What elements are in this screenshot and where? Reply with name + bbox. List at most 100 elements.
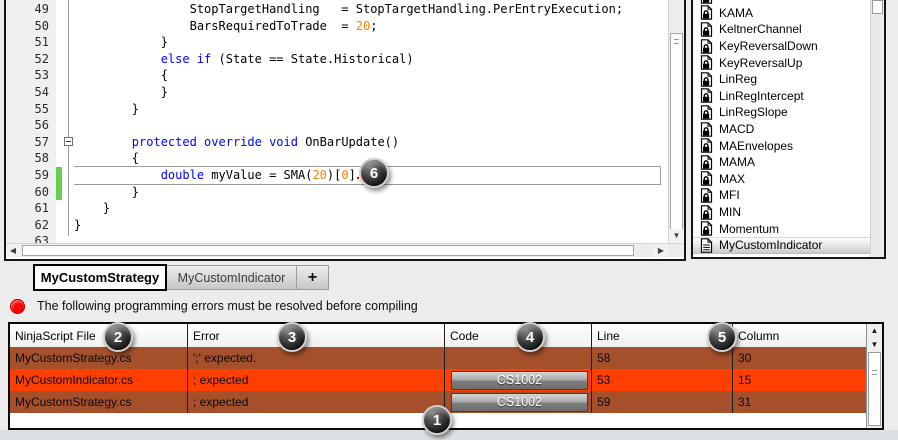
line-number: 61 [34, 201, 49, 216]
table-scroll-up-arrow-icon[interactable]: ▲ [867, 324, 882, 338]
column-header-ninjascript-file[interactable]: NinjaScript File [10, 324, 188, 347]
tab-mycustomstrategy[interactable]: MyCustomStrategy [33, 264, 167, 291]
list-item-linregslope[interactable]: LinRegSlope [693, 104, 870, 121]
editor-vscroll-thumb[interactable] [670, 33, 683, 233]
code-segment: ] [348, 167, 356, 182]
scroll-left-arrow-icon[interactable]: ◀ [6, 244, 20, 257]
list-item-mama[interactable]: MAMA [693, 154, 870, 171]
error-code-button[interactable]: CS1002 [451, 370, 588, 390]
cell-line: 59 [592, 391, 733, 413]
doc-lock-icon [700, 71, 713, 87]
editor-hscroll-track[interactable] [20, 244, 654, 257]
code-segment: myValue = SMA( [204, 167, 313, 182]
list-item-mycustomindicator[interactable]: MyCustomIndicator [693, 236, 870, 254]
tab-bar: MyCustomStrategy MyCustomIndicator + [0, 264, 898, 292]
list-item-label: KeyReversalDown [719, 39, 818, 54]
table-scroll-down-arrow-icon[interactable]: ▼ [867, 338, 882, 352]
code-line: } [74, 101, 668, 118]
doc-lock-icon [700, 154, 713, 170]
cell-error: ; expected [188, 391, 445, 413]
code-segment: { [74, 68, 168, 83]
line-number: 58 [34, 151, 49, 166]
column-header-column[interactable]: Column [733, 324, 866, 347]
cell-file: MyCustomStrategy.cs [10, 347, 188, 369]
sidebar-scroll-thumb[interactable] [872, 0, 883, 14]
cell-line: 58 [592, 347, 733, 369]
callout-badge-3: 3 [277, 322, 307, 352]
cell-file: MyCustomStrategy.cs [10, 391, 188, 413]
list-item-maenvelopes[interactable]: MAEnvelopes [693, 137, 870, 154]
editor-hscroll-thumb[interactable] [22, 245, 634, 256]
table-row[interactable]: MyCustomStrategy.cs ';' expected. 58 30 [10, 347, 866, 369]
doc-lock-icon [700, 221, 713, 236]
list-item-kama[interactable]: KAMA [693, 5, 870, 22]
table-scrollbar[interactable]: ▲ ▼ [866, 324, 882, 428]
list-item-min[interactable]: MIN [693, 204, 870, 221]
code-segment: 0 [341, 167, 349, 182]
list-item-linreg[interactable]: LinReg [693, 71, 870, 88]
editor-vertical-scrollbar[interactable]: ▼ [668, 0, 684, 243]
indicator-list[interactable]: KAMA KeltnerChannel KeyReversalDown KeyReve… [693, 0, 870, 257]
list-item-label: MIN [719, 205, 741, 220]
code-segment: double [160, 167, 205, 182]
cell-error: ; expected [188, 369, 445, 391]
table-scroll-thumb[interactable] [868, 352, 881, 426]
doc-lock-icon [700, 138, 713, 153]
callout-badge-1: 1 [422, 405, 452, 435]
list-item-keyreversalup[interactable]: KeyReversalUp [693, 54, 870, 71]
list-item-linregintercept[interactable]: LinRegIntercept [693, 88, 870, 105]
error-banner-text: The following programming errors must be… [37, 299, 418, 313]
scroll-down-arrow-icon[interactable]: ▼ [669, 229, 684, 243]
tab-mycustomindicator[interactable]: MyCustomIndicator [167, 265, 297, 290]
code-line: BarsRequiredToTrade = 20; [74, 18, 668, 35]
callout-badge-2: 2 [103, 322, 133, 352]
code-segment: } [74, 217, 82, 232]
code-line: } [74, 34, 668, 51]
code-editor-panel: 49 50 51 52 53 54 55 56 57 58 59 60 61 62 63 StopTarge… [4, 0, 686, 261]
list-item-keyreversaldown[interactable]: KeyReversalDown [693, 38, 870, 55]
line-number: 57 [34, 134, 49, 149]
scroll-right-arrow-icon[interactable]: ▶ [654, 244, 668, 257]
doc-lock-icon [700, 105, 713, 120]
code-segment: else if [160, 51, 212, 66]
line-number-gutter: 49 50 51 52 53 54 55 56 57 58 59 60 61 62 63 [14, 0, 56, 243]
list-item-label: LinReg [719, 72, 758, 87]
list-item-mfi[interactable]: MFI [693, 187, 870, 204]
sidebar-scrollbar[interactable] [870, 0, 884, 257]
code-area[interactable]: StopTargetHandling = StopTargetHandling.… [74, 0, 668, 243]
doc-lock-icon [700, 121, 713, 137]
scroll-grip [674, 39, 679, 44]
change-bar-column [56, 0, 63, 243]
list-item-max[interactable]: MAX [693, 171, 870, 188]
line-number: 53 [34, 68, 49, 83]
line-number: 50 [34, 18, 49, 33]
cell-file: MyCustomIndicator.cs [10, 369, 188, 391]
line-number: 54 [34, 84, 49, 99]
line-number: 55 [34, 101, 49, 116]
table-row[interactable]: MyCustomIndicator.cs; expected CS1002 53 15 [10, 369, 866, 391]
doc-lock-icon [700, 0, 713, 4]
list-item-momentum[interactable]: Momentum [693, 220, 870, 237]
line-number: 60 [34, 184, 49, 199]
line-number: 52 [34, 51, 49, 66]
editor-horizontal-scrollbar[interactable]: ◀ ▶ [6, 243, 684, 257]
list-item-keltnerchannel[interactable]: KeltnerChannel [693, 21, 870, 38]
list-item-macd[interactable]: MACD [693, 121, 870, 138]
cell-code: CS1002 [445, 369, 592, 391]
error-code-button[interactable]: CS1002 [451, 392, 588, 412]
doc-lines-icon [700, 237, 713, 253]
change-indicator-bar [56, 167, 62, 184]
callout-badge-5: 5 [707, 322, 737, 352]
add-tab-button[interactable]: + [297, 265, 329, 290]
code-segment: 20 [355, 18, 371, 33]
code-segment: (State == State.Historical) [211, 51, 414, 66]
code-segment: { [74, 151, 140, 166]
column-header-error[interactable]: Error [188, 324, 445, 347]
code-segment: } [74, 35, 168, 50]
code-segment: protected override void [131, 134, 298, 149]
list-item-label: MAX [719, 171, 746, 186]
collapse-region-icon[interactable] [64, 136, 73, 146]
doc-lock-icon [700, 188, 713, 203]
